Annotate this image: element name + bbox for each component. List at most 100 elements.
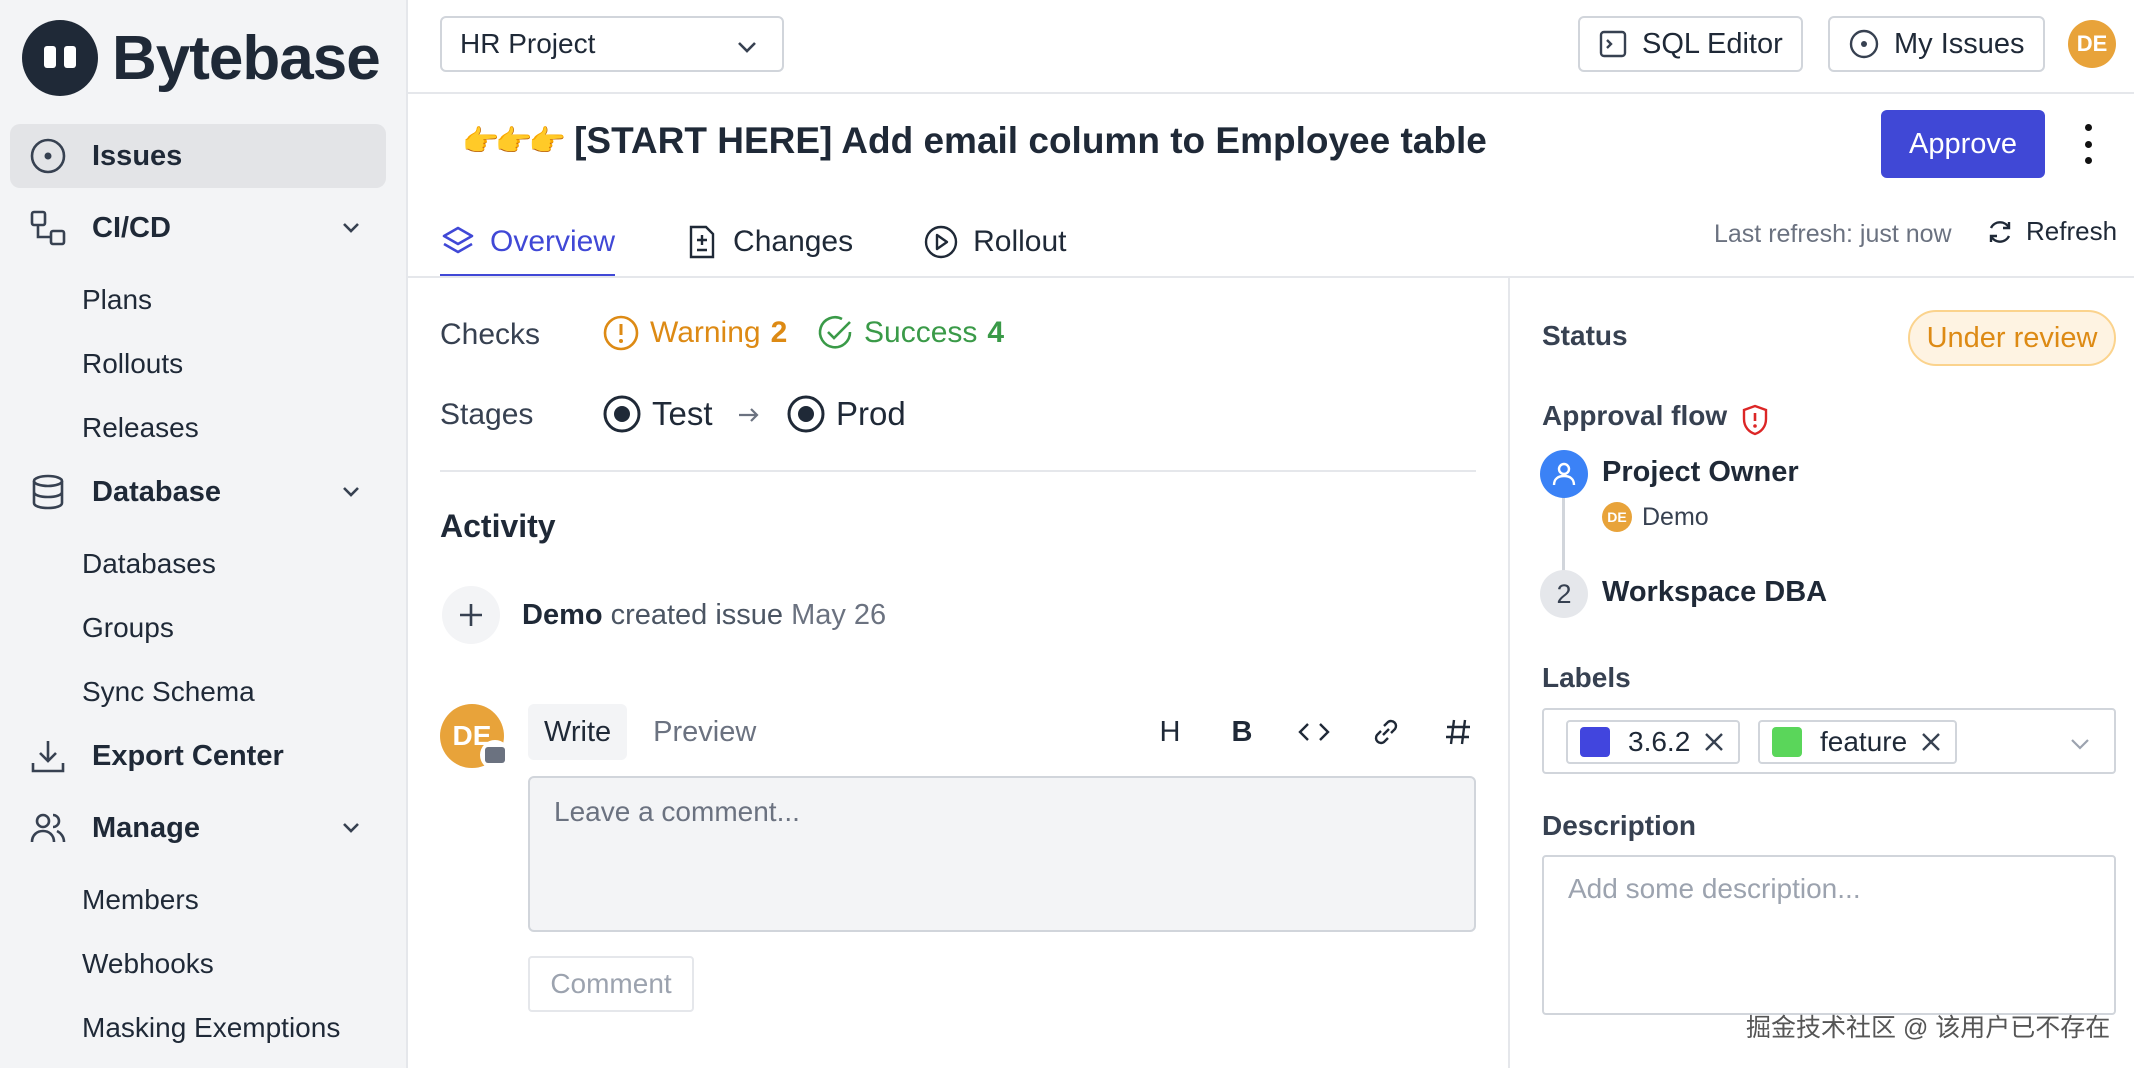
refresh-button[interactable]: Refresh [1986, 216, 2117, 247]
bold-icon[interactable]: B [1206, 712, 1278, 752]
success-label: Success [864, 316, 978, 349]
labels-select[interactable]: 3.6.2 feature [1542, 708, 2116, 774]
users-icon [28, 808, 68, 848]
chevron-down-icon[interactable] [338, 214, 364, 248]
approver-name: Demo [1642, 502, 1709, 531]
chevron-down-icon[interactable] [338, 814, 364, 848]
comment-input[interactable]: Leave a comment... [528, 776, 1476, 932]
approval-step-number: 2 [1540, 570, 1588, 618]
tab-changes[interactable]: Changes [685, 206, 853, 278]
warning-icon [602, 314, 640, 352]
sidebar-item-plans[interactable]: Plans [10, 268, 386, 332]
label-text: feature [1820, 726, 1908, 757]
chevron-down-icon[interactable] [2068, 732, 2092, 761]
success-checks[interactable]: Success 4 [816, 314, 1004, 352]
sidebar-item-members[interactable]: Members [10, 868, 386, 932]
sidebar-item-webhooks[interactable]: Webhooks [10, 932, 386, 996]
approval-step-name: Project Owner [1602, 456, 1799, 488]
approve-button[interactable]: Approve [1881, 110, 2045, 178]
watermark: 掘金技术社区 @ 该用户已不存在 [1746, 1014, 2111, 1042]
sidebar-item-issues[interactable]: Issues [10, 124, 386, 188]
tabs-divider [408, 276, 2134, 278]
stage-label: Test [652, 395, 713, 432]
sidebar-item-databases[interactable]: Databases [10, 532, 386, 596]
close-icon[interactable] [1919, 730, 1943, 754]
refresh-icon [1986, 218, 2014, 246]
sidebar-item-database[interactable]: Database [10, 460, 386, 524]
status-label: Status [1542, 320, 1628, 351]
sidebar-item-label: Database [92, 475, 221, 508]
section-divider [440, 470, 1476, 472]
layers-icon [440, 224, 476, 260]
activity-action: created issue [610, 598, 784, 631]
sidebar-item-sync-schema[interactable]: Sync Schema [10, 660, 386, 724]
editor-toolbar: H B [1134, 712, 1494, 752]
last-refresh-text: Last refresh: just now [1714, 220, 1952, 248]
heading-icon[interactable]: H [1134, 712, 1206, 752]
sidebar-item-groups[interactable]: Groups [10, 596, 386, 660]
activity-date: May 26 [791, 598, 887, 631]
tab-preview[interactable]: Preview [637, 704, 772, 760]
hashtag-icon[interactable] [1422, 712, 1494, 752]
database-icon [28, 472, 68, 512]
sql-editor-label: SQL Editor [1642, 27, 1783, 60]
logo[interactable]: Bytebase [22, 20, 381, 96]
stage-test[interactable]: Test [602, 394, 713, 434]
approval-flow-label: Approval flow [1542, 400, 1728, 431]
project-select[interactable]: HR Project [440, 16, 784, 72]
sidebar: Bytebase Issues CI/CD Plans Rollouts Rel… [0, 0, 408, 1068]
tab-write[interactable]: Write [528, 704, 628, 760]
radio-dot-icon [786, 394, 826, 434]
link-icon[interactable] [1350, 712, 1422, 752]
checks-label: Checks [440, 318, 541, 351]
tab-label: Changes [733, 225, 854, 258]
sidebar-item-masking-exemptions[interactable]: Masking Exemptions [10, 996, 386, 1060]
panel-divider [1508, 278, 1510, 1068]
activity-entry: Demo created issue May 26 [442, 586, 886, 644]
label-text: 3.6.2 [1628, 726, 1691, 757]
sidebar-item-releases[interactable]: Releases [10, 396, 386, 460]
plus-icon [442, 586, 500, 644]
tab-overview[interactable]: Overview [440, 206, 616, 278]
pointing-hand-icon: 👉👉👉 [462, 124, 566, 158]
issue-title[interactable]: 👉👉👉 [START HERE] Add email column to Emp… [462, 120, 1487, 162]
comment-bubble-icon [480, 740, 510, 770]
activity-user[interactable]: Demo [522, 599, 603, 632]
download-icon [28, 736, 68, 776]
status-badge: Under review [1908, 310, 2116, 366]
file-diff-icon [685, 224, 719, 260]
my-issues-button[interactable]: My Issues [1828, 16, 2045, 72]
issue-tabs: Overview Changes Rollout [440, 206, 1137, 278]
comment-submit-button[interactable]: Comment [528, 956, 694, 1012]
more-options-icon[interactable] [2070, 124, 2106, 164]
description-input[interactable]: Add some description... [1542, 855, 2116, 1015]
shield-alert-icon[interactable] [1740, 404, 1770, 441]
sidebar-item-export-center[interactable]: Export Center [10, 724, 386, 788]
code-icon[interactable] [1278, 712, 1350, 752]
stages-label: Stages [440, 398, 534, 431]
warning-checks[interactable]: Warning 2 [602, 314, 787, 352]
tab-label: Overview [490, 225, 616, 258]
sidebar-nav: Issues CI/CD Plans Rollouts Releases Dat… [10, 124, 386, 1060]
project-select-value: HR Project [460, 28, 596, 59]
activity-title: Activity [440, 508, 556, 544]
approval-step-user[interactable]: DE Demo [1602, 502, 1709, 532]
label-color-swatch [1580, 727, 1610, 757]
stage-prod[interactable]: Prod [786, 394, 906, 434]
sidebar-item-manage[interactable]: Manage [10, 796, 386, 860]
check-circle-icon [816, 314, 854, 352]
label-tag: 3.6.2 [1566, 720, 1741, 764]
close-icon[interactable] [1702, 730, 1726, 754]
sidebar-item-rollouts[interactable]: Rollouts [10, 332, 386, 396]
chevron-down-icon [734, 34, 760, 67]
tab-rollout[interactable]: Rollout [923, 206, 1067, 278]
user-avatar[interactable]: DE [2068, 20, 2116, 68]
chevron-down-icon[interactable] [338, 478, 364, 512]
tab-label: Rollout [973, 225, 1067, 258]
approver-avatar: DE [1602, 502, 1632, 532]
sidebar-item-label: CI/CD [92, 211, 171, 244]
sql-editor-button[interactable]: SQL Editor [1578, 16, 1803, 72]
label-tag: feature [1758, 720, 1958, 764]
stage-label: Prod [836, 395, 906, 432]
sidebar-item-cicd[interactable]: CI/CD [10, 196, 386, 260]
